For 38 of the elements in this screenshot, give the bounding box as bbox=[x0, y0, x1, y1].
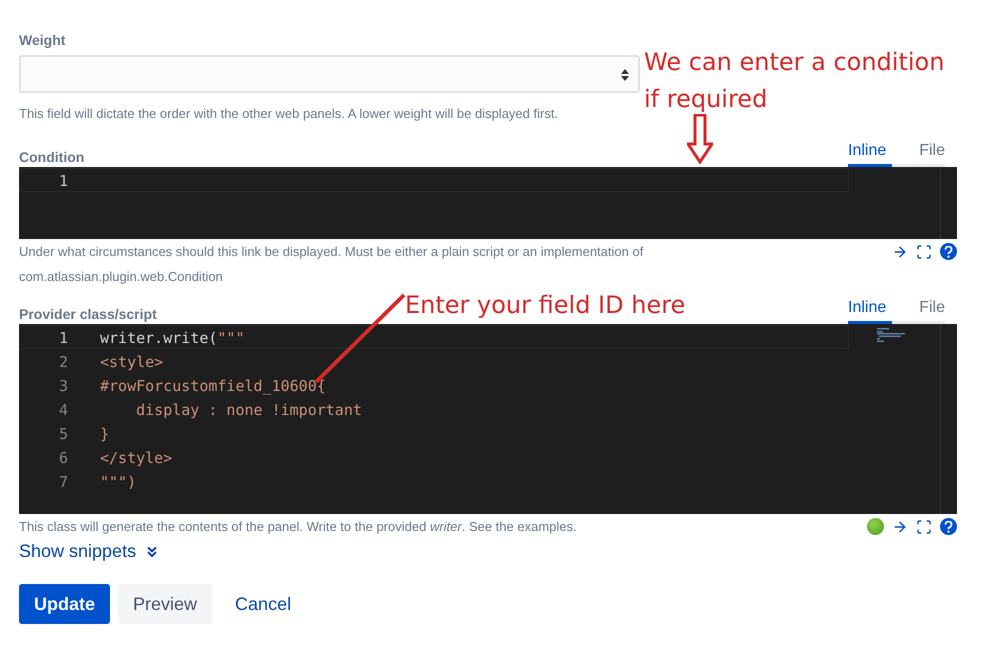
help-text: This field will dictate the order with the other web panels. A lower weight will be displayed first. bbox=[19, 105, 560, 123]
show-snippets-link[interactable]: Show snippets bbox=[19, 541, 160, 562]
code-line: writer.write(""" bbox=[100, 328, 244, 348]
line-number: 2 bbox=[58, 352, 68, 372]
code-line: display : none !important bbox=[135, 400, 362, 420]
field-label: Provider class/script bbox=[19, 305, 157, 324]
field-label: Condition bbox=[19, 148, 84, 167]
line-number: 6 bbox=[58, 448, 68, 468]
code-line: } bbox=[100, 424, 110, 444]
minimap-drawing bbox=[877, 328, 907, 342]
annotation-text: Enter your field ID here bbox=[405, 290, 686, 321]
field-label: Weight bbox=[19, 31, 66, 50]
cancel-link[interactable]: Cancel bbox=[220, 584, 306, 624]
code-line: """) bbox=[100, 472, 136, 492]
fullscreen-icon[interactable] bbox=[916, 518, 932, 534]
line-number: 3 bbox=[58, 376, 68, 396]
help-icon[interactable] bbox=[940, 518, 957, 535]
help-text: Under what circumstances should this link be displayed. Must be either a plain script or an implementation of com.atlassian.plugin.web.Condition bbox=[19, 243, 644, 286]
code-line: </style> bbox=[100, 448, 172, 468]
line-number: 4 bbox=[58, 400, 68, 420]
help-icon[interactable] bbox=[940, 243, 957, 260]
form-button[interactable]: Preview bbox=[118, 584, 212, 624]
line-number: 1 bbox=[58, 171, 68, 191]
spinner-icon[interactable] bbox=[620, 68, 630, 82]
fullscreen-icon[interactable] bbox=[916, 244, 932, 260]
weight-input-field[interactable] bbox=[19, 55, 640, 93]
code-line: <style> bbox=[100, 352, 164, 372]
down-arrow-icon bbox=[687, 114, 713, 164]
line-number: 1 bbox=[58, 328, 68, 348]
arrow-right-icon[interactable] bbox=[892, 518, 908, 534]
help-text: This class will generate the contents of the panel. Write to the provided writer. See the examples. bbox=[19, 518, 577, 536]
code-editor[interactable]: 1 writer.write(""" 2 <style> 3 #rowForcustomfield_10600{ 4 display : none !important 5 } 6 </style> 7 """) bbox=[19, 324, 957, 514]
code-editor[interactable]: 1 bbox=[19, 167, 957, 239]
code-line: #rowForcustomfield_10600{ bbox=[100, 376, 326, 396]
annotation-text: We can enter a condition if required bbox=[644, 47, 946, 115]
line-number: 5 bbox=[58, 424, 68, 444]
line-number: 7 bbox=[58, 472, 68, 492]
form-button[interactable]: Update bbox=[19, 584, 110, 624]
